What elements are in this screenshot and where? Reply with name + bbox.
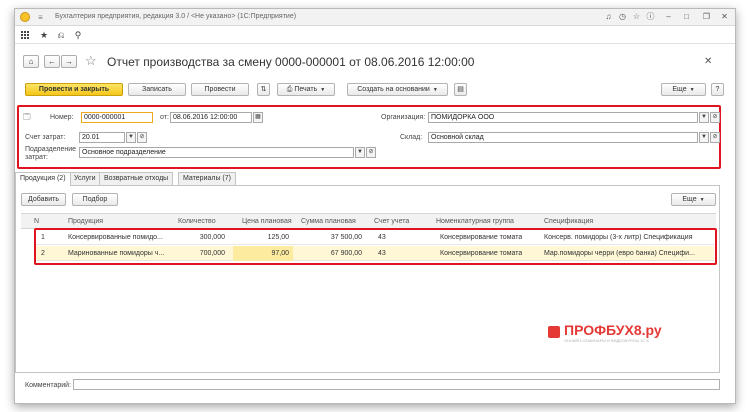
favorite-icon[interactable]: ☆ [631, 11, 642, 23]
number-label: Номер: [50, 114, 74, 121]
watermark-logo-icon [548, 326, 560, 338]
chevron-down-icon: ▼ [699, 197, 705, 203]
more-button[interactable]: Еще ▼ [661, 83, 706, 96]
column-header-n[interactable]: N [34, 218, 39, 225]
1c-logo-icon [20, 12, 30, 22]
chevron-down-icon: ▼ [432, 87, 438, 93]
chevron-down-icon[interactable]: ▼ [126, 132, 136, 143]
close-icon[interactable]: ✕ [704, 56, 712, 67]
window-title: Бухгалтерия предприятия, редакция 3.0 / … [55, 13, 297, 20]
comment-label: Комментарий: [25, 382, 72, 389]
open-link-icon[interactable]: ⊘ [710, 112, 720, 123]
post-and-close-button[interactable]: Провести и закрыть [25, 83, 123, 96]
info-icon[interactable]: ⓘ [645, 11, 656, 23]
print-button[interactable]: ⎙ Печать ▼ [277, 83, 335, 96]
chevron-down-icon: ▼ [689, 87, 695, 93]
cost-account-field[interactable]: 20.01 [79, 132, 125, 143]
tab-materials[interactable]: Материалы (7) [178, 172, 236, 185]
open-link-icon[interactable]: ⊘ [366, 147, 376, 158]
warehouse-label: Склад: [400, 134, 423, 141]
grid-icon[interactable] [19, 29, 31, 41]
app-toolbar: ★ ⎌ ⚲ [15, 26, 735, 44]
window-close-icon[interactable]: ✕ [719, 11, 730, 23]
column-header-account[interactable]: Счет учета [374, 218, 409, 225]
menu-icon[interactable]: ≡ [35, 12, 46, 23]
number-field[interactable]: 0000-000001 [81, 112, 153, 123]
title-bar: ≡ Бухгалтерия предприятия, редакция 3.0 … [15, 9, 735, 26]
document-movements-icon[interactable]: ⇅ [257, 83, 270, 96]
organization-label: Организация: [381, 114, 426, 121]
column-header-nomenclature-group[interactable]: Номенклатурная группа [436, 218, 514, 225]
favorite-star-icon[interactable]: ☆ [85, 53, 97, 68]
comment-window-icon: 🗔 [23, 114, 31, 121]
organization-field[interactable]: ПОМИДОРКА ООО [428, 112, 698, 123]
open-link-icon[interactable]: ⊘ [137, 132, 147, 143]
tab-returnable-waste[interactable]: Возвратные отходы [99, 172, 174, 185]
print-label: Печать [294, 86, 318, 93]
save-button[interactable]: Записать [128, 83, 186, 96]
tab-services[interactable]: Услуги [69, 172, 101, 185]
create-based-label: Создать на основании [357, 86, 430, 93]
selection-button[interactable]: Подбор [72, 193, 118, 206]
open-link-icon[interactable]: ⊘ [710, 132, 720, 143]
column-header-planned-sum[interactable]: Сумма плановая [301, 218, 356, 225]
column-header-product[interactable]: Продукция [68, 218, 103, 225]
history-small-icon[interactable]: ◷ [617, 11, 628, 23]
cost-account-label: Счет затрат: [25, 134, 66, 141]
post-button[interactable]: Провести [191, 83, 249, 96]
star-icon[interactable]: ★ [38, 29, 50, 41]
column-header-quantity[interactable]: Количество [178, 218, 216, 225]
restore-icon[interactable]: ❐ [701, 11, 712, 23]
table-header: N Продукция Количество Цена плановая Сум… [21, 213, 716, 229]
division-label: Подразделение затрат: [25, 146, 77, 161]
help-button[interactable]: ? [711, 83, 724, 96]
table-more-button[interactable]: Еще ▼ [671, 193, 716, 206]
comment-field[interactable] [73, 379, 720, 390]
chevron-down-icon[interactable]: ▼ [699, 112, 709, 123]
tab-products[interactable]: Продукция (2) [15, 172, 71, 186]
minimize-icon[interactable]: – [663, 11, 674, 23]
watermark-subtext: ОНЛАЙН-СЕМИНАРЫ И ВИДЕОКУРСЫ 1С 8 [564, 338, 649, 343]
date-label: от: [160, 114, 169, 121]
report-icon[interactable]: ▤ [454, 83, 467, 96]
table-more-label: Еще [682, 196, 697, 203]
app-window: ≡ Бухгалтерия предприятия, редакция 3.0 … [14, 8, 736, 404]
add-row-button[interactable]: Добавить [21, 193, 66, 206]
chevron-down-icon[interactable]: ▼ [699, 132, 709, 143]
bell-icon[interactable]: ♫ [603, 11, 614, 23]
column-header-planned-price[interactable]: Цена плановая [242, 218, 292, 225]
create-based-on-button[interactable]: Создать на основании ▼ [347, 83, 448, 96]
date-field[interactable]: 08.06.2016 12:00:00 [170, 112, 252, 123]
chevron-down-icon[interactable]: ▼ [355, 147, 365, 158]
rows-highlight-frame [34, 228, 717, 265]
division-field[interactable]: Основное подразделение [79, 147, 354, 158]
history-icon[interactable]: ⎌ [55, 29, 67, 41]
maximize-icon[interactable]: □ [681, 11, 692, 23]
calendar-icon[interactable]: ▦ [253, 112, 263, 123]
warehouse-field[interactable]: Основной склад [428, 132, 698, 143]
arrow-left-icon[interactable]: ← [44, 55, 60, 68]
watermark-text: ПРОФБУХ8.ру [564, 322, 662, 338]
more-label: Еще [672, 86, 687, 93]
home-icon[interactable]: ⌂ [23, 55, 39, 68]
page-title: Отчет производства за смену 0000-000001 … [107, 55, 475, 69]
search-icon[interactable]: ⚲ [72, 29, 84, 41]
column-header-specification[interactable]: Спецификация [544, 218, 593, 225]
chevron-down-icon: ▼ [320, 87, 326, 93]
arrow-right-icon[interactable]: → [61, 55, 77, 68]
